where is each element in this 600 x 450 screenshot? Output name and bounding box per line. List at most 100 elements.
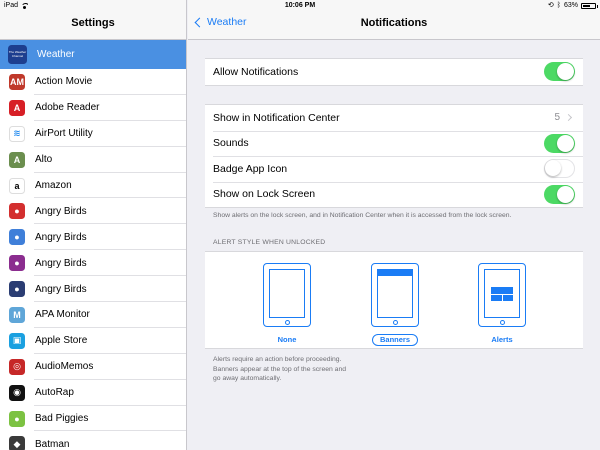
sidebar-item-label: Bad Piggies xyxy=(35,413,89,425)
sidebar-item-label: Angry Birds xyxy=(35,257,87,269)
battery-percent: 63% xyxy=(563,2,578,9)
sidebar-item-label: AirPort Utility xyxy=(35,128,93,140)
sidebar-item-apple-store[interactable]: ▣ Apple Store xyxy=(0,328,186,354)
bluetooth-icon: ᛒ xyxy=(556,2,561,9)
allow-notifications-row: Allow Notifications xyxy=(205,59,583,85)
ipad-alerts-icon xyxy=(478,263,526,327)
alert-style-label: Banners xyxy=(371,334,418,346)
app-list: The Weather Channel Weather AM Action Movie… xyxy=(0,40,186,450)
amazon-icon: a xyxy=(9,177,25,194)
angry-birds-icon: ● xyxy=(9,229,25,246)
sidebar-item-label: Weather xyxy=(37,49,75,60)
sounds-label: Sounds xyxy=(213,137,249,150)
adobe-reader-icon: A xyxy=(9,99,25,116)
sidebar-item-audiomemos[interactable]: ◎ AudioMemos xyxy=(0,354,186,380)
badge-row: Badge App Icon xyxy=(205,156,583,182)
notification-center-label: Show in Notification Center xyxy=(213,111,340,124)
ipad-banners-icon xyxy=(371,263,419,327)
angry-birds-icon: ● xyxy=(9,203,25,220)
notification-center-value: 5 xyxy=(554,112,560,124)
alert-style-label: None xyxy=(277,335,297,344)
sidebar-title: Settings xyxy=(71,17,115,29)
angry-birds-icon: ● xyxy=(9,255,25,272)
status-time: 10:06 PM xyxy=(284,2,316,9)
notification-center-row[interactable]: Show in Notification Center 5 xyxy=(205,105,583,131)
alert-style-alerts[interactable]: Alerts xyxy=(477,263,527,346)
banner-bar xyxy=(378,270,412,276)
sidebar-item-label: Adobe Reader xyxy=(35,102,100,114)
rotation-lock-icon: ⟲ xyxy=(547,2,554,9)
batman-icon: ◆ xyxy=(9,436,25,450)
sidebar-item-batman[interactable]: ◆ Batman xyxy=(0,431,186,450)
alto-icon: A xyxy=(9,151,25,168)
home-button-icon xyxy=(284,319,290,325)
sidebar-item-adobe-reader[interactable]: A Adobe Reader xyxy=(0,95,186,121)
toggle-knob xyxy=(557,185,574,203)
home-button-icon xyxy=(499,319,505,325)
alert-style-note-line: Banners appear at the top of the screen … xyxy=(213,365,347,373)
weather-channel-icon: The Weather Channel xyxy=(8,45,27,64)
chevron-right-icon xyxy=(564,114,573,122)
lock-screen-note: Show alerts on the lock screen, and in N… xyxy=(213,212,512,219)
alert-style-picker: None Banners Alerts xyxy=(205,251,583,349)
apple-store-icon: ▣ xyxy=(9,332,25,349)
alert-dialog-icon xyxy=(491,286,513,301)
battery-icon xyxy=(581,3,598,9)
sidebar-item-amazon[interactable]: a Amazon xyxy=(0,173,186,199)
alert-style-label: Alerts xyxy=(491,335,513,344)
sidebar-item-autorap[interactable]: ◉ AutoRap xyxy=(0,380,186,406)
allow-notifications-label: Allow Notifications xyxy=(213,65,299,78)
sidebar-item-alto[interactable]: A Alto xyxy=(0,147,186,173)
alert-style-header: ALERT STYLE WHEN UNLOCKED xyxy=(213,239,326,246)
sidebar-item-label: Action Movie xyxy=(35,76,93,88)
sidebar-item-action-movie[interactable]: AM Action Movie xyxy=(0,69,186,95)
sidebar-item-label: Apple Store xyxy=(35,335,88,347)
autorap-icon: ◉ xyxy=(9,384,25,401)
ipad-none-icon xyxy=(263,263,311,327)
toggle-knob xyxy=(557,134,574,152)
bad-piggies-icon: ● xyxy=(9,410,25,427)
alert-style-note-line: go away automatically. xyxy=(213,375,282,383)
badge-label: Badge App Icon xyxy=(213,162,288,175)
settings-group: Show in Notification Center 5 Sounds Bad… xyxy=(205,104,583,208)
ipad-screen xyxy=(377,269,413,318)
sidebar-item-label: APA Monitor xyxy=(35,309,90,321)
sounds-toggle[interactable] xyxy=(544,133,575,153)
sidebar-item-label: Angry Birds xyxy=(35,205,87,217)
ipad-screen xyxy=(269,269,305,318)
sidebar-item-apa-monitor[interactable]: M APA Monitor xyxy=(0,302,186,328)
apa-monitor-icon: M xyxy=(9,306,25,323)
alert-style-none[interactable]: None xyxy=(262,263,312,346)
page-title: Notifications xyxy=(360,17,428,29)
lock-screen-label: Show on Lock Screen xyxy=(213,188,316,201)
lock-screen-toggle[interactable] xyxy=(544,184,575,204)
audio-memos-icon: ◎ xyxy=(9,358,25,375)
badge-toggle[interactable] xyxy=(544,159,575,179)
sidebar-item-angry-birds[interactable]: ● Angry Birds xyxy=(0,224,186,251)
sidebar-item-angry-birds[interactable]: ● Angry Birds xyxy=(0,250,186,277)
status-bar: iPad 10:06 PM ⟲ ᛒ 63% xyxy=(0,0,600,12)
lock-screen-row: Show on Lock Screen xyxy=(205,181,583,208)
sidebar-item-airport-utility[interactable]: ≋ AirPort Utility xyxy=(0,121,186,147)
battery-fill xyxy=(583,5,590,7)
sidebar-item-label: AudioMemos xyxy=(35,361,94,373)
settings-sidebar: Settings The Weather Channel Weather AM Act… xyxy=(0,0,187,450)
ipad-screen xyxy=(484,269,520,318)
notifications-panel: Weather Notifications Allow Notification… xyxy=(188,0,600,450)
sidebar-item-weather[interactable]: The Weather Channel Weather xyxy=(0,40,186,69)
sidebar-item-angry-birds[interactable]: ● Angry Birds xyxy=(0,198,186,225)
sidebar-item-angry-birds[interactable]: ● Angry Birds xyxy=(0,276,186,302)
toggle-knob xyxy=(557,63,574,81)
sidebar-item-label: Alto xyxy=(35,154,53,166)
sidebar-item-label: Amazon xyxy=(35,180,72,191)
alert-style-note-line: Alerts require an action before proceedi… xyxy=(213,356,342,363)
alert-style-note: Alerts require an action before proceedi… xyxy=(213,355,346,384)
angry-birds-icon: ● xyxy=(9,281,25,298)
action-movie-icon: AM xyxy=(9,73,25,90)
sidebar-item-bad-piggies[interactable]: ● Bad Piggies xyxy=(0,406,186,432)
sidebar-item-label: Angry Birds xyxy=(35,283,87,295)
alert-style-banners[interactable]: Banners xyxy=(370,263,420,346)
airport-utility-icon: ≋ xyxy=(9,125,25,142)
status-right: ⟲ ᛒ 63% xyxy=(547,0,598,12)
allow-notifications-toggle[interactable] xyxy=(544,62,575,82)
